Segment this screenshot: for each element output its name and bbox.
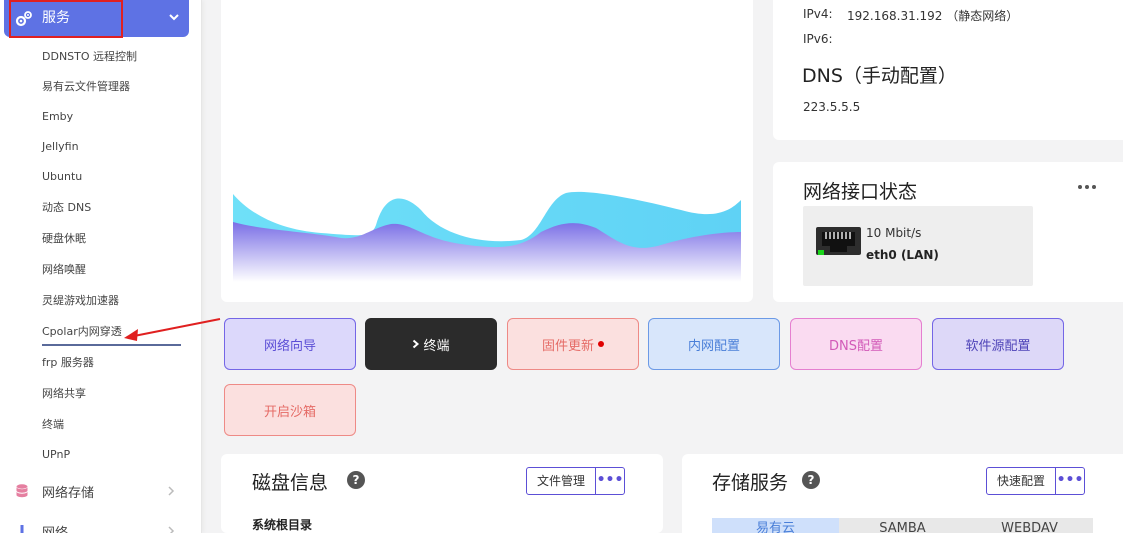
- help-icon[interactable]: ?: [347, 471, 365, 489]
- tab-yiyouyun[interactable]: 易有云: [712, 518, 839, 533]
- disk-info-title: 磁盘信息: [252, 472, 329, 494]
- sandbox-button[interactable]: 开启沙箱: [224, 384, 356, 436]
- traffic-wave-graphic: [233, 191, 741, 282]
- dns-config-button[interactable]: DNS配置: [790, 318, 922, 370]
- chevron-down-icon[interactable]: [167, 10, 181, 24]
- sidebar-subitem-yiyouyun[interactable]: 易有云文件管理器: [42, 80, 130, 94]
- database-icon: [16, 484, 28, 498]
- help-icon[interactable]: ?: [802, 471, 820, 489]
- ipv4-value: 192.168.31.192 （静态网络）: [847, 9, 1019, 23]
- lan-config-button[interactable]: 内网配置: [648, 318, 780, 370]
- terminal-label: 终端: [423, 338, 450, 354]
- annotation-arrow: [124, 318, 221, 341]
- terminal-button[interactable]: 终端: [365, 318, 497, 370]
- sidebar-item-network-storage[interactable]: 网络存储: [14, 480, 184, 502]
- storage-services-title: 存储服务: [712, 472, 789, 494]
- ethernet-port-icon: [816, 227, 861, 255]
- sidebar-subitem-ddnsto[interactable]: DDNSTO 远程控制: [42, 50, 137, 64]
- network-info-card: IPv4: 192.168.31.192 （静态网络） IPv6: DNS（手动…: [773, 0, 1123, 140]
- file-manager-button[interactable]: 文件管理: [527, 468, 597, 494]
- sidebar-subitem-jellyfin[interactable]: Jellyfin: [42, 140, 79, 154]
- sidebar-subitem-ubuntu[interactable]: Ubuntu: [42, 170, 82, 184]
- chevron-right-icon: [168, 486, 175, 496]
- sidebar-subitem-share[interactable]: 网络共享: [42, 387, 86, 401]
- sandbox-label: 开启沙箱: [263, 404, 316, 420]
- network-wizard-button[interactable]: 网络向导: [224, 318, 356, 370]
- interface-eth0[interactable]: 10 Mbit/s eth0 (LAN): [803, 206, 1033, 286]
- interface-status-title: 网络接口状态: [803, 181, 918, 203]
- chevron-right-icon: [413, 339, 420, 349]
- sidebar-subitem-frp[interactable]: frp 服务器: [42, 356, 94, 370]
- sidebar-item-network-storage-label: 网络存储: [42, 485, 95, 501]
- sidebar-subitem-game-accel[interactable]: 灵缇游戏加速器: [42, 294, 119, 308]
- chevron-right-icon: [168, 526, 175, 533]
- sidebar-subitem-cpolar[interactable]: Cpolar内网穿透: [42, 325, 122, 339]
- sidebar-subitem-emby[interactable]: Emby: [42, 110, 73, 124]
- sidebar-subitem-wol[interactable]: 网络唤醒: [42, 263, 86, 277]
- file-manager-group: 文件管理 •••: [526, 467, 626, 495]
- interface-speed: 10 Mbit/s: [866, 226, 922, 240]
- interface-name: eth0 (LAN): [866, 248, 939, 262]
- dns-value: 223.5.5.5: [803, 100, 861, 114]
- dns-title: DNS（手动配置）: [802, 65, 957, 87]
- firmware-update-button[interactable]: 固件更新: [507, 318, 639, 370]
- quick-config-button[interactable]: 快速配置: [987, 468, 1057, 494]
- interface-status-card: 网络接口状态 10 Mbit/s eth0 (LAN): [773, 162, 1123, 302]
- storage-tabs: 易有云 SAMBA WEBDAV: [712, 518, 1093, 533]
- more-dots-icon[interactable]: [1077, 184, 1097, 190]
- more-dots-icon[interactable]: •••: [596, 468, 624, 494]
- lan-config-label: 内网配置: [687, 338, 740, 354]
- update-dot-badge: [598, 341, 604, 347]
- sidebar-subitem-upnp[interactable]: UPnP: [42, 448, 70, 462]
- network-wizard-label: 网络向导: [263, 338, 316, 354]
- system-root-label: 系统根目录: [252, 518, 313, 532]
- sidebar-subitem-terminal[interactable]: 终端: [42, 418, 64, 432]
- tab-webdav[interactable]: WEBDAV: [966, 518, 1093, 533]
- annotation-highlight-box: [9, 0, 123, 38]
- dns-config-label: DNS配置: [829, 338, 883, 354]
- quick-config-group: 快速配置 •••: [986, 467, 1086, 495]
- sidebar-subitem-hd-sleep[interactable]: 硬盘休眠: [42, 232, 86, 246]
- more-dots-icon[interactable]: •••: [1056, 468, 1084, 494]
- disk-info-card: 磁盘信息 ? 文件管理 ••• 系统根目录: [221, 454, 663, 533]
- tab-samba[interactable]: SAMBA: [839, 518, 966, 533]
- sidebar-subitem-ddns[interactable]: 动态 DNS: [42, 201, 91, 215]
- sidebar-item-network-label: 网络: [42, 525, 69, 533]
- sidebar: 服务 DDNSTO 远程控制 易有云文件管理器 Emby Jellyfin Ub…: [0, 0, 202, 533]
- ipv6-label: IPv6:: [803, 32, 833, 46]
- traffic-chart-card: [221, 0, 753, 302]
- firmware-update-label: 固件更新: [541, 338, 594, 354]
- network-icon: [20, 525, 24, 533]
- software-source-button[interactable]: 软件源配置: [932, 318, 1064, 370]
- ipv4-label: IPv4:: [803, 7, 833, 21]
- software-source-label: 软件源配置: [965, 338, 1031, 354]
- sidebar-item-network[interactable]: 网络: [14, 520, 184, 533]
